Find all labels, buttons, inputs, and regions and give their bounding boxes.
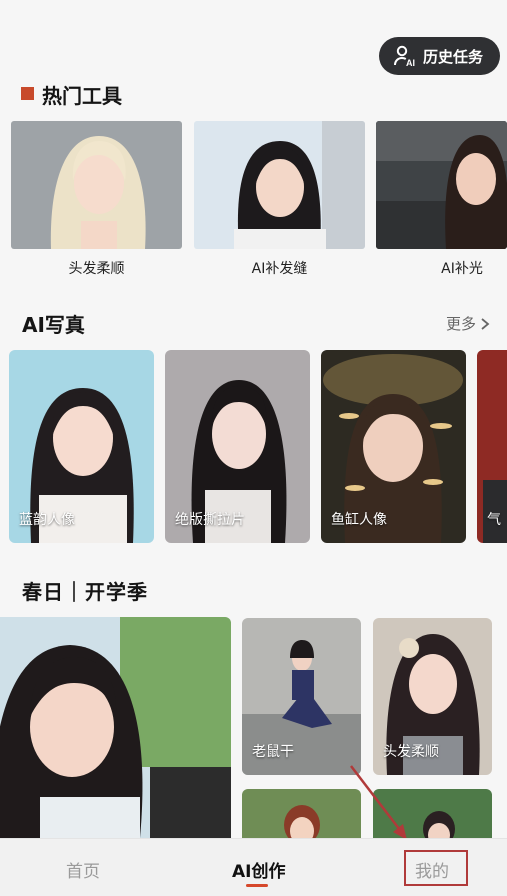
annotation-arrow-icon	[350, 765, 407, 840]
svg-text:AI: AI	[406, 58, 415, 68]
card-label: 老鼠干	[252, 744, 294, 760]
photo-card-fishtank[interactable]: 鱼缸人像	[321, 350, 466, 543]
tool-thumb-hair-smooth[interactable]	[11, 121, 182, 249]
spring-card-1[interactable]: 老鼠干	[242, 618, 361, 775]
tool-label: 头发柔顺	[68, 261, 125, 277]
active-tab-indicator	[246, 884, 268, 887]
photo-card-blue-portrait[interactable]: 蓝韵人像	[9, 350, 154, 543]
card-label: 头发柔顺	[383, 744, 439, 760]
nav-mine[interactable]: 我的	[415, 857, 449, 882]
card-label: 气	[487, 512, 501, 528]
nav-ai-create[interactable]: AI创作	[232, 857, 285, 882]
bottom-nav: 首页 AI创作 我的	[0, 838, 507, 896]
tool-label: AI补光	[441, 261, 483, 277]
tool-thumb-fill-light[interactable]	[376, 121, 507, 249]
chevron-right-icon	[481, 317, 490, 330]
spring-feature-image[interactable]	[0, 617, 231, 838]
card-label: 鱼缸人像	[331, 512, 387, 528]
card-label: 绝版撕拉片	[175, 512, 245, 528]
spring-title: 春日｜开学季	[22, 580, 148, 604]
nav-home[interactable]: 首页	[66, 857, 100, 882]
photo-card-polaroid[interactable]: 绝版撕拉片	[165, 350, 310, 543]
more-label: 更多	[446, 315, 477, 333]
user-ai-icon: AI	[394, 45, 415, 68]
ai-photo-title: AI写真	[22, 313, 85, 337]
history-tasks-button[interactable]: AI 历史任务	[379, 37, 500, 75]
tool-thumb-hair-gap[interactable]	[194, 121, 365, 249]
section-marker	[21, 87, 34, 100]
more-link[interactable]: 更多	[446, 313, 490, 334]
photo-card-partial[interactable]: 气	[477, 350, 507, 543]
tool-label: AI补发缝	[251, 261, 308, 277]
spring-card-2[interactable]: 头发柔顺	[373, 618, 492, 775]
card-label: 蓝韵人像	[19, 512, 75, 528]
history-tasks-label: 历史任务	[423, 47, 484, 66]
hot-tools-title: 热门工具	[42, 84, 122, 108]
